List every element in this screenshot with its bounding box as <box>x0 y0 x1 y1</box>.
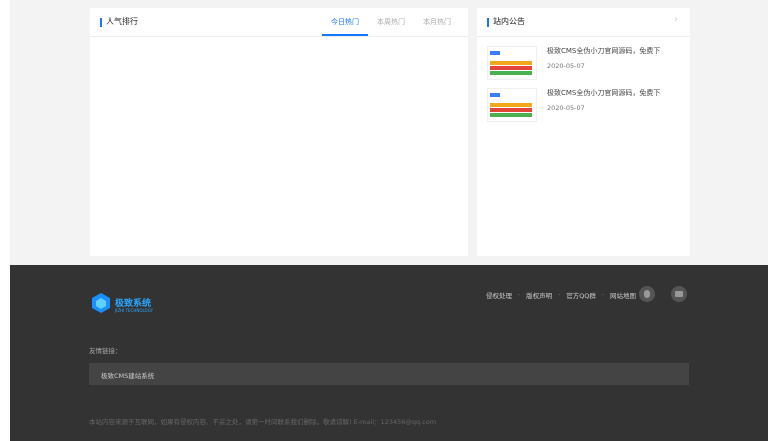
list-item[interactable]: 极致CMS全伪小刀官网源码，免费下 2020-05-07 <box>487 88 682 122</box>
footer-nav: 侵权处理 · 版权声明 · 官方QQ群 · 网站地图 <box>486 290 636 300</box>
copyright-text: 本站内容来源于互联网，如果有侵权内容、不妥之处，请第一时间联系我们删除。敬请谅解… <box>89 418 437 426</box>
thumbnail-image <box>487 88 537 122</box>
content-area: 人气排行 今日热门 本周热门 本月热门 站内公告 › 极致CMS全伪小刀官网源码… <box>10 0 768 265</box>
logo-subtext: JIZHI TECHNOLOGY <box>115 308 154 313</box>
mail-icon[interactable] <box>671 286 687 302</box>
friend-link[interactable]: 极致CMS建站系统 <box>101 370 154 380</box>
thumbnail-image <box>487 46 537 80</box>
announcement-panel: 站内公告 › 极致CMS全伪小刀官网源码，免费下 2020-05-07 极致CM… <box>477 8 690 256</box>
panel-header: 人气排行 今日热门 本周热门 本月热门 <box>90 8 468 37</box>
qq-icon[interactable] <box>639 286 655 302</box>
footer-logo[interactable]: 极致系统 JIZHI TECHNOLOGY <box>91 292 181 318</box>
list-item[interactable]: 极致CMS全伪小刀官网源码，免费下 2020-05-07 <box>487 46 682 80</box>
title-marker <box>487 18 489 27</box>
page: 人气排行 今日热门 本周热门 本月热门 站内公告 › 极致CMS全伪小刀官网源码… <box>0 0 782 441</box>
footer-link-infringement[interactable]: 侵权处理 <box>486 290 512 300</box>
separator: · <box>518 291 521 299</box>
notice-title[interactable]: 极致CMS全伪小刀官网源码，免费下 <box>547 88 660 98</box>
title-marker <box>100 18 102 27</box>
footer-link-copyright[interactable]: 版权声明 <box>526 290 552 300</box>
footer-link-qq-group[interactable]: 官方QQ群 <box>566 290 596 300</box>
separator: · <box>558 291 561 299</box>
footer-link-sitemap[interactable]: 网站地图 <box>610 290 636 300</box>
cube-logo-icon <box>92 293 110 313</box>
friend-links-label: 友情链接： <box>89 347 122 355</box>
ranking-tabs: 今日热门 本周热门 本月热门 <box>322 8 460 36</box>
site-footer: 极致系统 JIZHI TECHNOLOGY 侵权处理 · 版权声明 · 官方QQ… <box>10 265 768 441</box>
popular-ranking-panel: 人气排行 今日热门 本周热门 本月热门 <box>90 8 468 256</box>
panel-header: 站内公告 › <box>477 8 690 37</box>
tab-month[interactable]: 本月热门 <box>414 8 460 36</box>
notice-title[interactable]: 极致CMS全伪小刀官网源码，免费下 <box>547 46 660 56</box>
notice-date: 2020-05-07 <box>547 62 585 70</box>
panel-title: 站内公告 <box>493 17 525 26</box>
chevron-right-icon[interactable]: › <box>674 14 678 25</box>
panel-title: 人气排行 <box>106 17 138 26</box>
friend-links-box: 极致CMS建站系统 <box>89 363 689 385</box>
tab-today[interactable]: 今日热门 <box>322 8 368 36</box>
tab-week[interactable]: 本周热门 <box>368 8 414 36</box>
notice-date: 2020-05-07 <box>547 104 585 112</box>
separator: · <box>601 291 604 299</box>
